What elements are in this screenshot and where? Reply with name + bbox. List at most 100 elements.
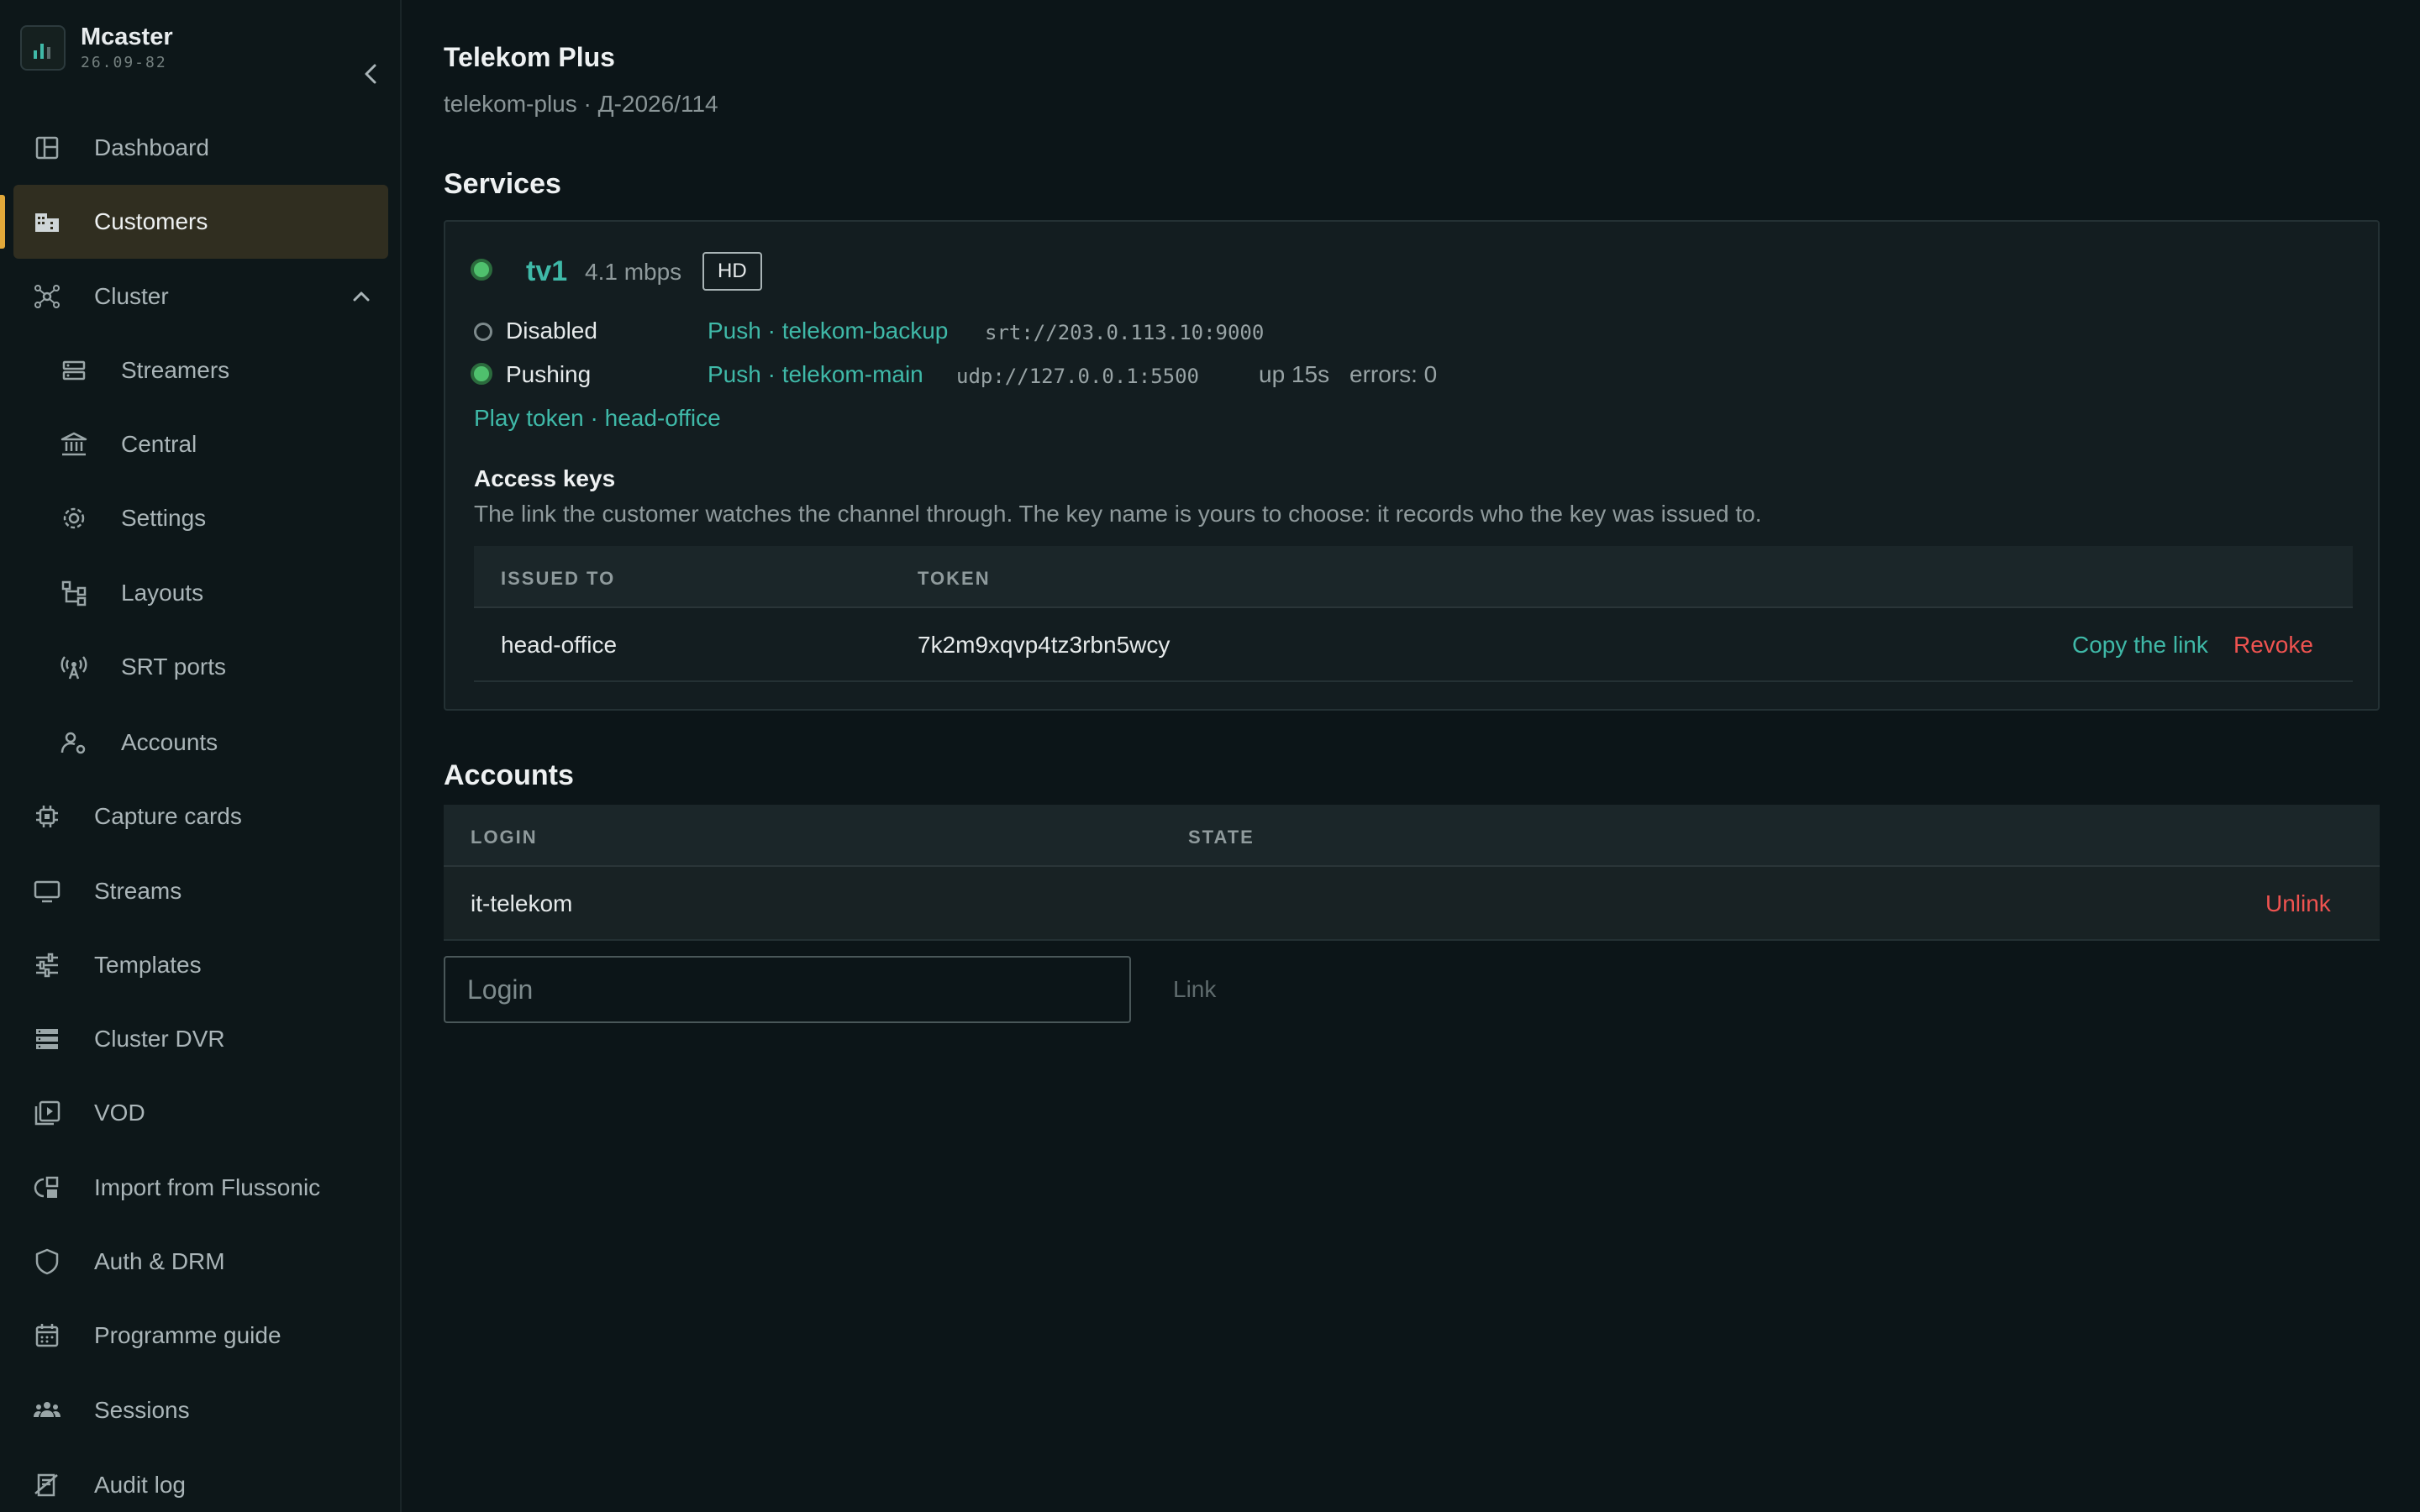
chevron-up-icon[interactable] — [350, 285, 373, 308]
sidebar-item-label: Streams — [94, 878, 182, 904]
sidebar-item-label: Programme guide — [94, 1322, 281, 1348]
column-header: STATE — [1188, 827, 1255, 848]
table-header: ISSUED TO TOKEN — [474, 546, 2353, 608]
sidebar-item-settings[interactable]: Settings — [13, 481, 388, 555]
push-uptime: up 15s — [1259, 361, 1330, 387]
access-keys-description: The link the customer watches the channe… — [474, 501, 1762, 527]
sidebar-item-srt-ports[interactable]: SRT ports — [13, 630, 388, 704]
sidebar-item-cluster[interactable]: Cluster — [13, 260, 388, 333]
bank-icon — [60, 432, 87, 456]
sidebar-item-streams[interactable]: Streams — [13, 854, 388, 928]
table-row: head-office 7k2m9xqvp4tz3rbn5wcy Copy th… — [474, 608, 2353, 682]
column-header: LOGIN — [471, 827, 538, 848]
shield-icon — [35, 1248, 59, 1275]
service-name-link[interactable]: tv1 — [526, 255, 567, 288]
services-heading: Services — [444, 168, 561, 200]
audit-icon — [34, 1473, 58, 1497]
chip-icon — [36, 806, 58, 827]
sidebar-item-label: Audit log — [94, 1472, 186, 1498]
sidebar-item-label: Accounts — [121, 729, 218, 755]
token-cell: 7k2m9xqvp4tz3rbn5wcy — [918, 632, 1171, 658]
push-status-dot — [474, 323, 492, 341]
login-cell: it-telekom — [471, 890, 573, 916]
monitor-icon — [34, 880, 60, 903]
sidebar-item-label: Central — [121, 431, 197, 457]
push-status-dot — [471, 363, 492, 385]
sidebar-item-label: Templates — [94, 952, 202, 978]
sidebar-item-label: Auth & DRM — [94, 1248, 225, 1274]
active-nav-marker — [0, 195, 5, 249]
import-icon — [34, 1176, 59, 1198]
copy-link-button[interactable]: Copy the link — [2072, 632, 2208, 659]
sidebar-item-label: VOD — [94, 1100, 145, 1126]
sidebar-item-audit-log[interactable]: Audit log — [13, 1448, 388, 1512]
table-header: LOGIN STATE — [444, 805, 2380, 867]
access-keys-title: Access keys — [474, 465, 616, 491]
sidebar-item-auth-drm[interactable]: Auth & DRM — [13, 1225, 388, 1299]
service-status-dot — [471, 259, 492, 281]
sidebar-item-accounts[interactable]: Accounts — [13, 706, 388, 780]
users-icon — [34, 1402, 60, 1417]
sidebar-item-label: Settings — [121, 505, 207, 531]
sidebar-item-label: Layouts — [121, 580, 204, 606]
layouts-icon — [61, 580, 87, 606]
link-button[interactable]: Link — [1173, 976, 1216, 1003]
sidebar-item-capture-cards[interactable]: Capture cards — [13, 780, 388, 853]
collapse-sidebar-button[interactable] — [355, 57, 388, 91]
sidebar-item-label: Cluster DVR — [94, 1026, 225, 1052]
sidebar-item-dashboard[interactable]: Dashboard — [13, 111, 388, 185]
gear-icon — [63, 507, 85, 529]
push-target-link[interactable]: Push · telekom-backup — [708, 318, 948, 344]
issued-to-cell: head-office — [501, 632, 618, 658]
sidebar-item-programme-guide[interactable]: Programme guide — [13, 1299, 388, 1373]
cluster-icon — [34, 285, 60, 308]
sidebar-item-label: Import from Flussonic — [94, 1174, 321, 1200]
calendar-icon — [35, 1324, 59, 1347]
login-input[interactable] — [444, 956, 1131, 1023]
building-icon — [35, 213, 59, 232]
column-header: ISSUED TO — [501, 568, 616, 589]
page-title: Telekom Plus — [444, 42, 615, 72]
sidebar-item-sessions[interactable]: Sessions — [13, 1373, 388, 1447]
sidebar-item-import-flussonic[interactable]: Import from Flussonic — [13, 1151, 388, 1225]
service-card: tv1 4.1 mbps HD Disabled Push · telekom-… — [444, 220, 2380, 711]
unlink-button[interactable]: Unlink — [2265, 890, 2331, 917]
push-state: Disabled — [506, 318, 597, 344]
push-target-link[interactable]: Push · telekom-main — [708, 361, 923, 388]
play-token-link[interactable]: Play token · head-office — [474, 405, 721, 432]
sidebar-item-label: SRT ports — [121, 654, 227, 680]
push-errors: errors: 0 — [1349, 361, 1438, 387]
brand-logo-icon — [20, 25, 66, 71]
sidebar-item-customers[interactable]: Customers — [13, 185, 388, 259]
storage-icon — [36, 1029, 58, 1049]
user-gear-icon — [60, 732, 86, 754]
sidebar-item-cluster-dvr[interactable]: Cluster DVR — [13, 1002, 388, 1076]
dashboard-icon — [35, 136, 59, 160]
sidebar-item-templates[interactable]: Templates — [13, 928, 388, 1002]
sidebar-item-layouts[interactable]: Layouts — [13, 556, 388, 630]
brand: Mcaster 26.09-82 — [18, 24, 388, 84]
sidebar-item-streamers[interactable]: Streamers — [13, 333, 388, 407]
access-keys-table: ISSUED TO TOKEN head-office 7k2m9xqvp4tz… — [474, 546, 2353, 684]
page-subtitle: telekom-plus · Д-2026/114 — [444, 91, 718, 117]
sidebar: Mcaster 26.09-82 Dashboard Customers Clu… — [0, 0, 402, 1512]
push-state: Pushing — [506, 361, 592, 387]
sliders-icon — [36, 953, 58, 978]
accounts-table: LOGIN STATE it-telekom Unlink — [444, 805, 2380, 941]
service-bitrate: 4.1 mbps — [585, 259, 682, 285]
sidebar-item-label: Dashboard — [94, 134, 209, 160]
column-header: TOKEN — [918, 568, 991, 589]
table-row: it-telekom Unlink — [444, 867, 2380, 941]
sidebar-item-label: Sessions — [94, 1397, 190, 1423]
brand-version: 26.09-82 — [81, 54, 167, 71]
push-url: srt://203.0.113.10:9000 — [985, 321, 1265, 344]
sidebar-item-label: Streamers — [121, 357, 230, 383]
sidebar-item-central[interactable]: Central — [13, 407, 388, 481]
revoke-button[interactable]: Revoke — [2233, 632, 2313, 659]
video-library-icon — [34, 1100, 60, 1126]
sidebar-item-vod[interactable]: VOD — [13, 1076, 388, 1150]
sidebar-item-label: Cluster — [94, 283, 169, 309]
sidebar-item-label: Capture cards — [94, 803, 242, 829]
quality-badge: HD — [702, 252, 762, 291]
brand-name: Mcaster — [81, 24, 173, 50]
